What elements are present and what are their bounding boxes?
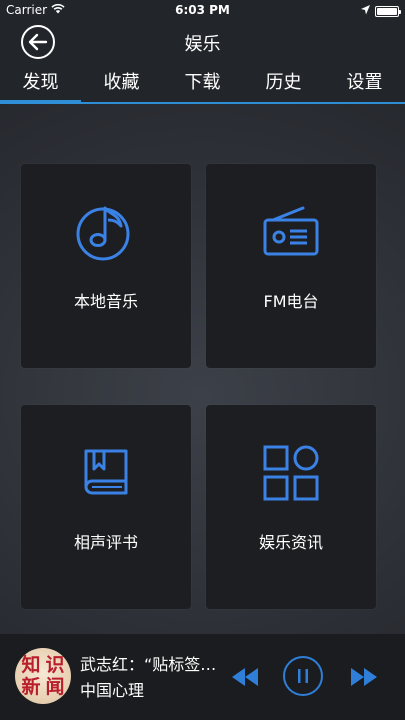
mini-player[interactable]: 知 识 新 闻 武志红：“贴标签”… 中国心理 <box>0 634 405 720</box>
card-fm-radio[interactable]: FM电台 <box>206 164 376 368</box>
album-art-char: 识 <box>45 654 65 676</box>
tab-history[interactable]: 历史 <box>243 64 324 102</box>
radio-icon <box>263 206 319 256</box>
card-label-crosstalk: 相声评书 <box>73 533 138 552</box>
page-title: 娱乐 <box>184 34 221 55</box>
status-bar: Carrier 6:03 PM <box>0 0 405 20</box>
album-art-char: 新 <box>21 676 41 698</box>
pause-icon <box>298 669 308 683</box>
music-note-icon <box>76 206 130 261</box>
tab-bar: 发现 收藏 下载 历史 设置 <box>0 64 405 104</box>
album-art[interactable]: 知 识 新 闻 <box>15 648 71 704</box>
book-icon <box>84 449 128 495</box>
rewind-icon <box>232 668 258 686</box>
tab-settings[interactable]: 设置 <box>324 64 405 102</box>
card-label-fm-radio: FM电台 <box>263 292 319 311</box>
status-right <box>361 4 401 18</box>
album-art-char: 知 <box>21 654 41 676</box>
fast-forward-icon <box>351 668 377 686</box>
battery-icon <box>375 5 401 17</box>
card-local-music[interactable]: 本地音乐 <box>21 164 191 368</box>
tab-favorites[interactable]: 收藏 <box>81 64 162 102</box>
card-label-local-music: 本地音乐 <box>73 292 138 311</box>
status-time: 6:03 PM <box>175 3 230 17</box>
battery-fill <box>377 7 397 15</box>
rewind-button[interactable] <box>229 664 261 690</box>
tab-discover[interactable]: 发现 <box>0 64 81 104</box>
track-subtitle: 中国心理 <box>80 681 145 700</box>
card-crosstalk-storytelling[interactable]: 相声评书 <box>21 405 191 609</box>
location-arrow-icon <box>361 4 370 18</box>
pause-button[interactable] <box>283 656 323 696</box>
grid-apps-icon <box>263 445 319 501</box>
track-title: 武志红：“贴标签”… <box>80 655 220 674</box>
fast-forward-button[interactable] <box>348 664 380 690</box>
card-entertainment-news[interactable]: 娱乐资讯 <box>206 405 376 609</box>
album-art-char: 闻 <box>45 676 65 698</box>
card-label-entertainment-news: 娱乐资讯 <box>258 533 323 552</box>
nav-bar: 娱乐 <box>0 20 405 64</box>
tab-downloads[interactable]: 下载 <box>162 64 243 102</box>
